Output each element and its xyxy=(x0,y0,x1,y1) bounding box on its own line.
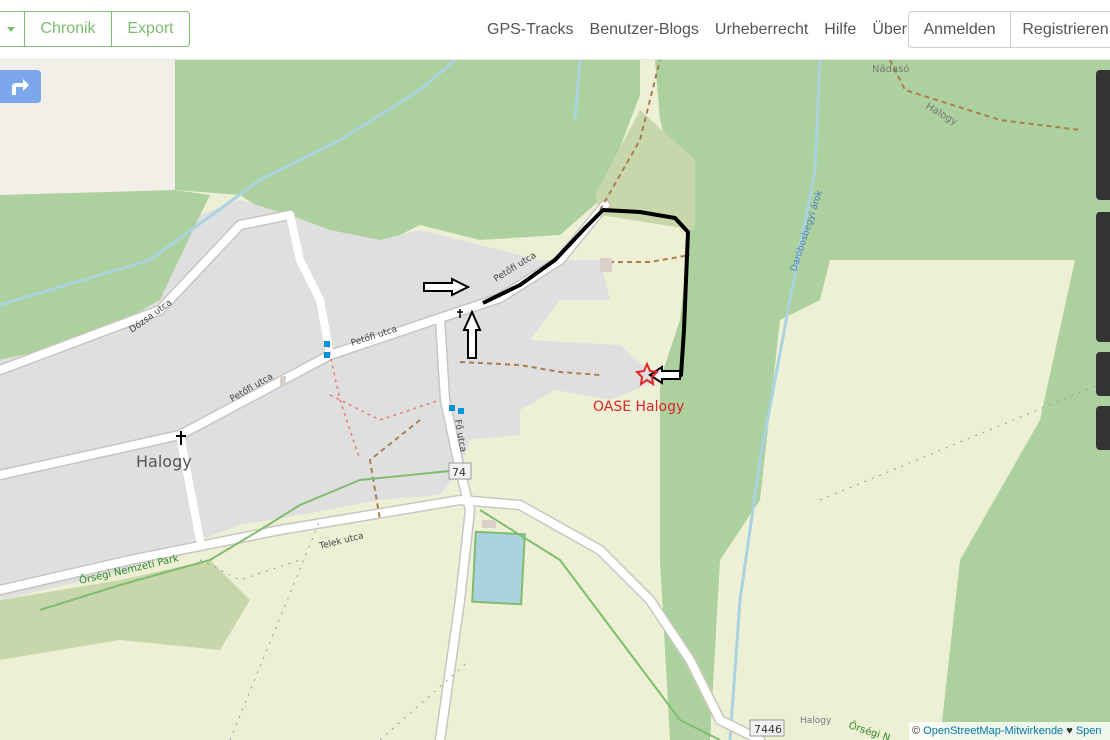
login-button[interactable]: Anmelden xyxy=(908,11,1011,48)
edit-dropdown-button[interactable] xyxy=(0,11,25,47)
heart-icon: ♥ xyxy=(1066,725,1073,737)
notes-control[interactable] xyxy=(1096,406,1110,450)
bus-stop-icon xyxy=(324,352,330,358)
village-label: Halogy xyxy=(136,452,192,471)
map-view[interactable]: Halogy Halogy Nádasó OASE Halogy Petőfi … xyxy=(0,60,1110,740)
bus-stop-icon xyxy=(458,408,464,414)
building xyxy=(600,258,612,272)
nav-user-blogs[interactable]: Benutzer-Blogs xyxy=(590,21,699,39)
directions-button[interactable] xyxy=(0,70,41,103)
donate-link[interactable]: Spen xyxy=(1076,725,1102,737)
export-button[interactable]: Export xyxy=(112,11,190,47)
main-nav: GPS-Tracks Benutzer-Blogs Urheberrecht H… xyxy=(487,0,923,60)
road-label: Halogy xyxy=(800,716,832,726)
copyright-symbol: © xyxy=(912,725,921,737)
auth-buttons: Anmelden Registrieren xyxy=(908,11,1110,48)
nav-help[interactable]: Hilfe xyxy=(824,21,856,39)
bus-stop-icon xyxy=(449,405,455,411)
signup-button[interactable]: Registrieren xyxy=(1011,11,1110,48)
poi-label: OASE Halogy xyxy=(593,399,684,415)
history-button[interactable]: Chronik xyxy=(25,11,112,47)
layer-controls[interactable] xyxy=(1096,212,1110,342)
edit-button-group: Chronik Export xyxy=(0,11,190,47)
share-control[interactable] xyxy=(1096,352,1110,396)
nav-about[interactable]: Über xyxy=(872,21,907,39)
nav-gps-tracks[interactable]: GPS-Tracks xyxy=(487,21,574,39)
directions-icon xyxy=(11,78,29,95)
map-canvas[interactable]: Halogy Halogy Nádasó OASE Halogy Petőfi … xyxy=(0,60,1110,740)
zoom-controls[interactable] xyxy=(1096,70,1110,200)
bus-stop-icon xyxy=(324,341,330,347)
map-attribution: © OpenStreetMap-Mitwirkende ♥ Spen xyxy=(909,722,1110,740)
building xyxy=(280,376,286,386)
nav-copyright[interactable]: Urheberrecht xyxy=(715,21,808,39)
chevron-down-icon xyxy=(6,26,15,32)
building xyxy=(482,520,496,528)
swimming-pool xyxy=(471,530,526,606)
road-shield-label: 7446 xyxy=(754,723,782,736)
osm-contributors-link[interactable]: OpenStreetMap-Mitwirkende xyxy=(923,725,1063,737)
top-navbar: Chronik Export GPS-Tracks Benutzer-Blogs… xyxy=(0,0,1110,60)
nadaso-label: Nádasó xyxy=(872,63,909,75)
road-shield-label: 74 xyxy=(452,466,466,479)
